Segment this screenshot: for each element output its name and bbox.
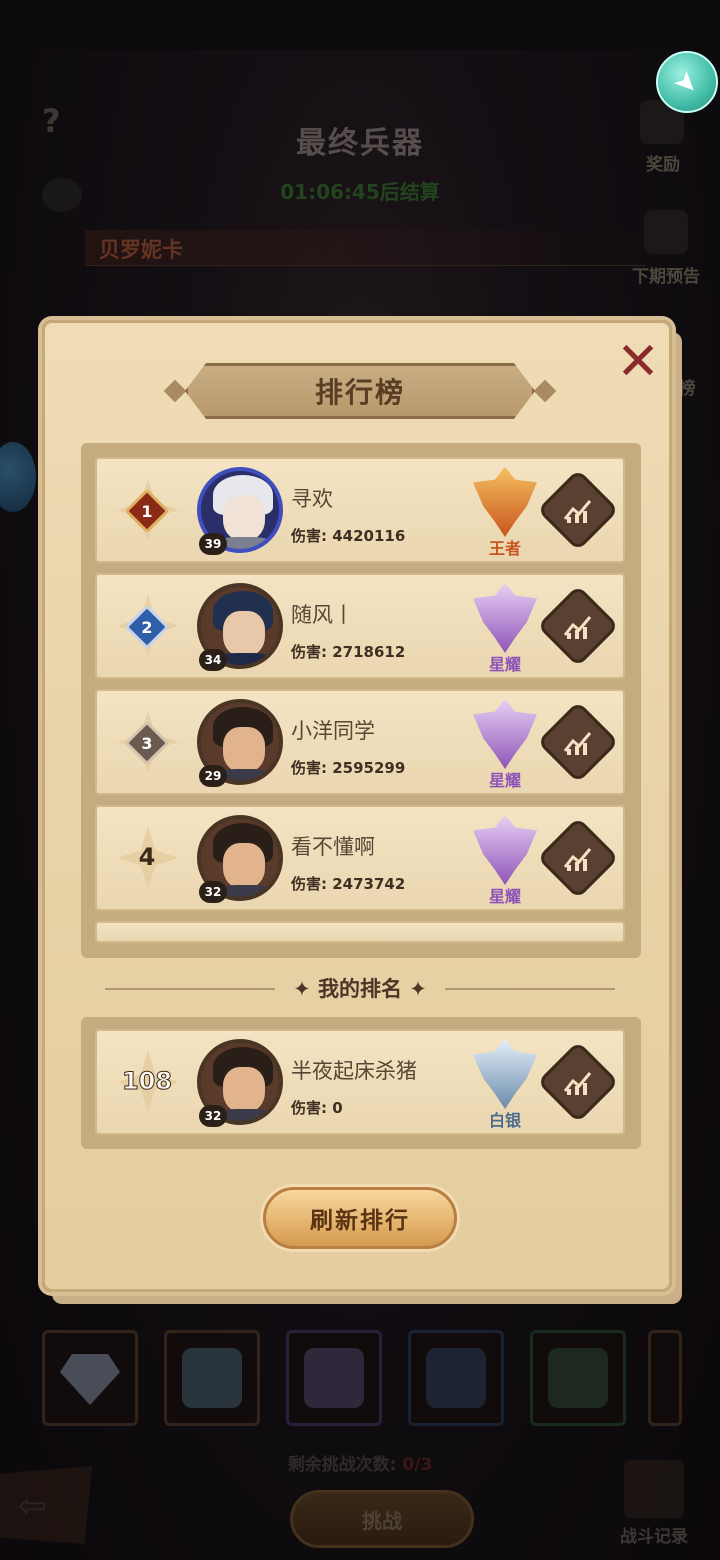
leaderboard-modal: 排行榜 ✕ 1 39 寻欢 伤害: 4420116 王者 2 34 随风丨 伤害… bbox=[42, 320, 672, 1292]
tier-emblem: 王者 bbox=[467, 467, 543, 559]
rank-badge: 2 bbox=[124, 604, 170, 650]
player-level: 32 bbox=[199, 881, 227, 903]
ranking-row[interactable]: 3 29 小洋同学 伤害: 2595299 星耀 bbox=[95, 689, 625, 795]
rank-number: 4 bbox=[138, 843, 156, 871]
player-name: 寻欢 bbox=[291, 487, 333, 511]
damage-value: 0 bbox=[332, 1099, 343, 1117]
player-level: 34 bbox=[199, 649, 227, 671]
rank-number: 1 bbox=[141, 501, 153, 521]
tier-emblem: 星耀 bbox=[467, 583, 543, 675]
ranking-list[interactable]: 1 39 寻欢 伤害: 4420116 王者 2 34 随风丨 伤害: 2718… bbox=[81, 443, 641, 958]
player-level: 39 bbox=[199, 533, 227, 555]
rank-badge: 3 bbox=[124, 720, 170, 766]
trend-chart-icon bbox=[563, 848, 592, 871]
tier-name: 星耀 bbox=[488, 887, 521, 906]
rocket-icon: ➤ bbox=[667, 62, 707, 102]
ranking-row[interactable]: 2 34 随风丨 伤害: 2718612 星耀 bbox=[95, 573, 625, 679]
player-name: 看不懂啊 bbox=[291, 835, 375, 859]
damage-label: 伤害: bbox=[291, 643, 327, 661]
my-rank-label: ✦ 我的排名 ✦ bbox=[293, 977, 427, 1001]
close-x-icon[interactable]: ✕ bbox=[613, 336, 663, 388]
ranking-row[interactable]: 1 39 寻欢 伤害: 4420116 王者 bbox=[95, 457, 625, 563]
trend-chart-icon bbox=[563, 616, 592, 639]
player-name: 小洋同学 bbox=[291, 719, 375, 743]
my-ranking-row[interactable]: 108 32 半夜起床杀猪 伤害: 0 白银 bbox=[95, 1029, 625, 1135]
tier-emblem: 白银 bbox=[467, 1039, 543, 1131]
ranking-row[interactable] bbox=[95, 921, 625, 943]
rank-number: 2 bbox=[141, 617, 153, 637]
damage-value: 4420116 bbox=[332, 527, 406, 545]
modal-title-banner: 排行榜 bbox=[185, 363, 535, 419]
title-ornament bbox=[533, 379, 557, 403]
my-rank-number: 108 bbox=[121, 1067, 173, 1096]
title-ornament bbox=[163, 379, 187, 403]
tier-name: 星耀 bbox=[488, 655, 521, 674]
trend-chart-icon bbox=[563, 1072, 592, 1095]
rank-number: 3 bbox=[141, 733, 153, 753]
player-name: 随风丨 bbox=[291, 603, 354, 627]
refresh-ranking-button[interactable]: 刷新排行 bbox=[263, 1187, 457, 1249]
my-rank-header: ✦ 我的排名 ✦ bbox=[45, 971, 675, 1005]
tier-name: 王者 bbox=[488, 539, 521, 558]
my-rank-label-text: 我的排名 bbox=[318, 977, 402, 1001]
ranking-row[interactable]: 4 32 看不懂啊 伤害: 2473742 星耀 bbox=[95, 805, 625, 911]
rocket-button[interactable]: ➤ bbox=[656, 51, 718, 113]
damage-label: 伤害: bbox=[291, 527, 327, 545]
tier-name: 星耀 bbox=[488, 771, 521, 790]
trend-chart-icon bbox=[563, 500, 592, 523]
player-level: 32 bbox=[199, 1105, 227, 1127]
damage-label: 伤害: bbox=[291, 875, 327, 893]
player-damage: 伤害: 2718612 bbox=[291, 641, 405, 662]
player-name: 半夜起床杀猪 bbox=[291, 1059, 417, 1083]
tier-emblem: 星耀 bbox=[467, 815, 543, 907]
trend-chart-icon bbox=[563, 732, 592, 755]
player-level: 29 bbox=[199, 765, 227, 787]
rank-badge: 1 bbox=[124, 488, 170, 534]
player-damage: 伤害: 0 bbox=[291, 1097, 343, 1118]
player-damage: 伤害: 2473742 bbox=[291, 873, 405, 894]
player-damage: 伤害: 2595299 bbox=[291, 757, 405, 778]
damage-label: 伤害: bbox=[291, 759, 327, 777]
tier-name: 白银 bbox=[488, 1111, 521, 1130]
modal-title: 排行榜 bbox=[314, 376, 405, 409]
damage-value: 2595299 bbox=[332, 759, 406, 777]
refresh-ranking-label: 刷新排行 bbox=[310, 1208, 410, 1234]
damage-value: 2473742 bbox=[332, 875, 406, 893]
damage-label: 伤害: bbox=[291, 1099, 327, 1117]
damage-value: 2718612 bbox=[332, 643, 406, 661]
my-rank-panel: 108 32 半夜起床杀猪 伤害: 0 白银 bbox=[81, 1017, 641, 1149]
player-damage: 伤害: 4420116 bbox=[291, 525, 405, 546]
tier-emblem: 星耀 bbox=[467, 699, 543, 791]
